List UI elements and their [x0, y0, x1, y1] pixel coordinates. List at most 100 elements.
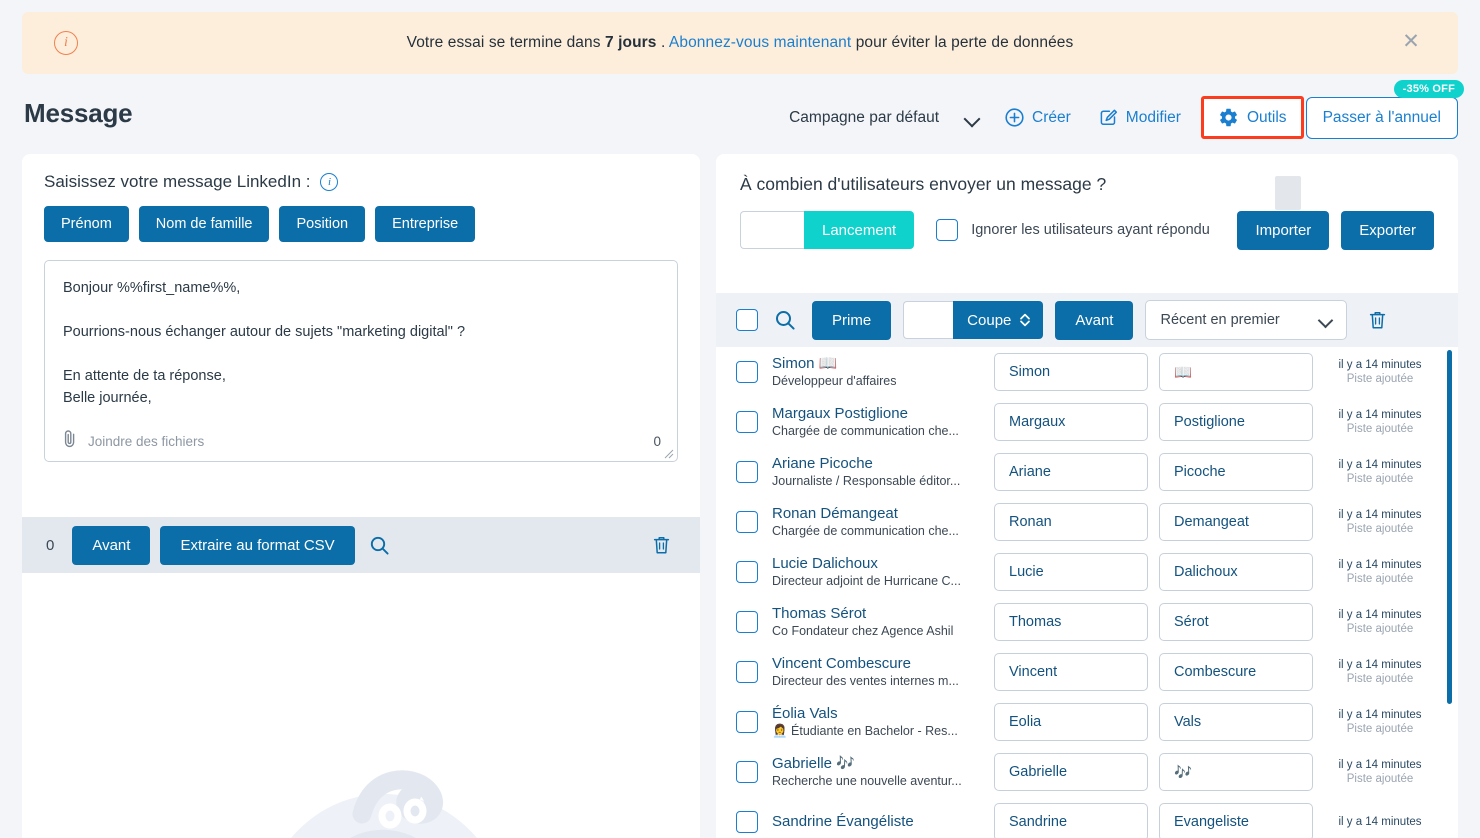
before-button[interactable]: Avant — [1055, 300, 1134, 340]
first-name-field[interactable]: Simon — [994, 353, 1148, 391]
message-textarea[interactable]: Bonjour %%first_name%%, Pourrions-nous é… — [45, 261, 677, 409]
contact-name: Ronan Démangeat — [772, 505, 898, 522]
first-name-field[interactable]: Ariane — [994, 453, 1148, 491]
table-row[interactable]: Simon 📖 Développeur d'affaires Simon 📖 il y … — [716, 347, 1458, 397]
table-row[interactable]: Vincent Combescure Directeur des ventes i… — [716, 647, 1458, 697]
row-checkbox[interactable] — [736, 811, 758, 833]
row-checkbox[interactable] — [736, 361, 758, 383]
table-row[interactable]: Ronan Démangeat Chargée de communication … — [716, 497, 1458, 547]
audience-title: À combien d'utilisateurs envoyer un mess… — [740, 174, 1107, 194]
campaign-selector[interactable]: Campagne par défaut — [789, 109, 991, 127]
last-name-field[interactable]: Evangeliste — [1159, 803, 1313, 838]
contact-meta: il y a 14 minutes Piste ajoutée — [1330, 609, 1430, 636]
table-row[interactable]: Margaux Postiglione Chargée de communicat… — [716, 397, 1458, 447]
trash-icon[interactable] — [647, 530, 676, 560]
info-circle-icon[interactable]: i — [320, 173, 339, 191]
close-icon[interactable]: ✕ — [1400, 31, 1422, 54]
compose-label-row: Saisissez votre message LinkedIn : i — [44, 172, 700, 192]
last-name-field[interactable]: 🎶 — [1159, 753, 1313, 791]
search-icon[interactable] — [770, 305, 800, 335]
table-row[interactable]: Ariane Picoche Journaliste / Responsable … — [716, 447, 1458, 497]
contact-list[interactable]: Simon 📖 Développeur d'affaires Simon 📖 il y … — [716, 347, 1458, 838]
resize-handle[interactable] — [664, 449, 674, 459]
spinner-up-down-icon — [1019, 312, 1031, 328]
last-name-field[interactable]: Combescure — [1159, 653, 1313, 691]
row-checkbox[interactable] — [736, 561, 758, 583]
row-checkbox[interactable] — [736, 761, 758, 783]
variable-first-name-button[interactable]: Prénom — [44, 206, 129, 242]
contact-name: Simon 📖 — [772, 355, 838, 372]
contact-title: Chargée de communication che... — [772, 524, 959, 538]
message-textarea-container[interactable]: Bonjour %%first_name%%, Pourrions-nous é… — [44, 260, 678, 462]
search-icon[interactable] — [365, 531, 394, 560]
subscribe-link[interactable]: Abonnez-vous maintenant — [669, 34, 851, 51]
first-name-field[interactable]: Sandrine — [994, 803, 1148, 838]
upgrade-annual-button[interactable]: Passer à l'annuel — [1305, 96, 1458, 139]
first-name-field[interactable]: Eolia — [994, 703, 1148, 741]
contact-list-scrollbar[interactable] — [1447, 350, 1452, 704]
extract-csv-button[interactable]: Extraire au format CSV — [160, 525, 355, 565]
ignore-responded-checkbox[interactable] — [936, 219, 959, 241]
coupe-input[interactable] — [903, 301, 954, 339]
create-button[interactable]: Créer — [991, 100, 1085, 135]
paperclip-icon[interactable] — [61, 429, 78, 453]
variable-last-name-button[interactable]: Nom de famille — [138, 206, 270, 242]
first-name-field[interactable]: Margaux — [994, 403, 1148, 441]
last-name-field[interactable]: Demangeat — [1159, 503, 1313, 541]
last-name-field[interactable]: Picoche — [1159, 453, 1313, 491]
plus-circle-icon — [1005, 108, 1024, 127]
variable-position-button[interactable]: Position — [279, 206, 366, 242]
last-name-field[interactable]: 📖 — [1159, 353, 1313, 391]
contact-status: Piste ajoutée — [1346, 772, 1414, 785]
select-all-checkbox[interactable] — [736, 309, 758, 331]
variable-company-button[interactable]: Entreprise — [375, 206, 476, 242]
before-button[interactable]: Avant — [72, 525, 151, 565]
contact-identity: Ariane Picoche Journaliste / Responsable … — [772, 455, 994, 489]
export-button[interactable]: Exporter — [1341, 211, 1434, 250]
row-checkbox[interactable] — [736, 511, 758, 533]
upgrade-container: Passer à l'annuel -35% OFF — [1305, 79, 1464, 139]
contact-timestamp: il y a 14 minutes — [1338, 358, 1422, 371]
contact-meta: il y a 14 minutes Piste ajoutée — [1330, 659, 1430, 686]
trash-icon[interactable] — [1363, 305, 1392, 335]
contact-status: Piste ajoutée — [1346, 422, 1414, 435]
last-name-field[interactable]: Dalichoux — [1159, 553, 1313, 591]
last-name-field[interactable]: Sérot — [1159, 603, 1313, 641]
contact-status: Piste ajoutée — [1346, 522, 1414, 535]
table-row[interactable]: Sandrine Évangéliste Sandrine Evangeliste i… — [716, 797, 1458, 838]
selected-count: 0 — [46, 536, 55, 554]
first-name-field[interactable]: Gabrielle — [994, 753, 1148, 791]
first-name-field[interactable]: Thomas — [994, 603, 1148, 641]
table-row[interactable]: Éolia Vals 👩‍💼 Étudiante en Bachelor - Re… — [716, 697, 1458, 747]
last-name-field[interactable]: Postiglione — [1159, 403, 1313, 441]
chevron-down-icon — [965, 111, 979, 125]
launch-count-input[interactable] — [740, 211, 804, 249]
compose-label: Saisissez votre message LinkedIn : — [44, 172, 311, 191]
row-checkbox[interactable] — [736, 661, 758, 683]
import-button[interactable]: Importer — [1237, 211, 1330, 250]
row-checkbox[interactable] — [736, 461, 758, 483]
contact-status: Piste ajoutée — [1346, 572, 1414, 585]
tools-button[interactable]: Outils — [1210, 103, 1295, 132]
table-row[interactable]: Thomas Sérot Co Fondateur chez Agence Ash… — [716, 597, 1458, 647]
contact-timestamp: il y a 14 minutes — [1338, 508, 1422, 521]
contact-meta: il y a 14 minutes Piste ajoutée — [1330, 509, 1430, 536]
row-checkbox[interactable] — [736, 411, 758, 433]
trial-text-before: Votre essai se termine dans — [406, 34, 605, 51]
first-name-field[interactable]: Ronan — [994, 503, 1148, 541]
launch-button[interactable]: Lancement — [804, 211, 915, 249]
table-row[interactable]: Gabrielle 🎶 Recherche une nouvelle aventu… — [716, 747, 1458, 797]
row-checkbox[interactable] — [736, 611, 758, 633]
first-name-field[interactable]: Vincent — [994, 653, 1148, 691]
sort-select[interactable]: Récent en premier — [1145, 300, 1348, 340]
last-name-field[interactable]: Vals — [1159, 703, 1313, 741]
attach-files-label[interactable]: Joindre des fichiers — [88, 434, 204, 449]
prime-button[interactable]: Prime — [812, 300, 892, 340]
edit-button[interactable]: Modifier — [1085, 100, 1195, 135]
coupe-button[interactable]: Coupe — [953, 301, 1044, 339]
row-checkbox[interactable] — [736, 711, 758, 733]
table-row[interactable]: Lucie Dalichoux Directeur adjoint de Hurr… — [716, 547, 1458, 597]
header-actions: Campagne par défaut Créer Modifier Outil… — [789, 79, 1464, 139]
first-name-field[interactable]: Lucie — [994, 553, 1148, 591]
chevron-down-icon — [1320, 314, 1332, 326]
